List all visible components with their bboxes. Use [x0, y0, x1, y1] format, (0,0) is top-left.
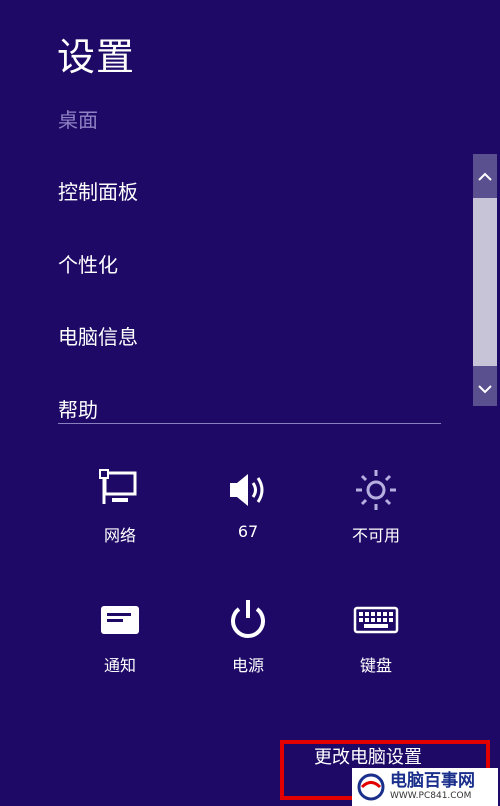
power-tile[interactable]: 电源 — [188, 596, 308, 676]
keyboard-icon — [353, 606, 399, 634]
menu-item-control-panel[interactable]: 控制面板 — [58, 176, 138, 205]
network-tile[interactable]: 网络 — [60, 466, 180, 546]
brightness-label: 不可用 — [351, 526, 400, 545]
page-subtitle: 桌面 — [58, 108, 98, 132]
scroll-up-button[interactable] — [473, 162, 497, 192]
menu-item-help[interactable]: 帮助 — [58, 394, 98, 423]
chevron-down-icon — [478, 385, 492, 394]
page-title: 设置 — [57, 35, 136, 79]
keyboard-label: 键盘 — [359, 656, 392, 675]
power-label: 电源 — [231, 656, 264, 675]
brightness-icon — [356, 470, 396, 510]
notifications-label: 通知 — [103, 656, 136, 675]
scroll-down-button[interactable] — [473, 374, 497, 404]
notifications-tile[interactable]: 通知 — [60, 596, 180, 676]
watermark-title: 电脑百事网 — [390, 771, 475, 791]
menu-item-personalize[interactable]: 个性化 — [58, 249, 118, 278]
network-icon — [99, 469, 137, 504]
watermark-logo-icon — [357, 773, 385, 801]
brightness-tile[interactable]: 不可用 — [316, 466, 436, 546]
power-icon — [231, 600, 265, 638]
watermark-url: WWW.PC841.COM — [390, 791, 472, 801]
keyboard-tile[interactable]: 键盘 — [316, 596, 436, 676]
scroll-thumb[interactable] — [473, 198, 497, 366]
scrollbar[interactable] — [473, 154, 497, 406]
divider — [58, 423, 441, 424]
change-pc-settings-link[interactable]: 更改电脑设置 — [314, 743, 422, 769]
volume-label: 67 — [237, 522, 259, 541]
volume-icon — [230, 474, 264, 506]
menu-item-pc-info[interactable]: 电脑信息 — [58, 321, 138, 350]
chevron-up-icon — [478, 172, 492, 181]
network-label: 网络 — [103, 526, 136, 545]
notifications-icon — [101, 606, 139, 634]
watermark: 电脑百事网 WWW.PC841.COM — [352, 768, 498, 806]
volume-tile[interactable]: 67 — [188, 466, 308, 541]
